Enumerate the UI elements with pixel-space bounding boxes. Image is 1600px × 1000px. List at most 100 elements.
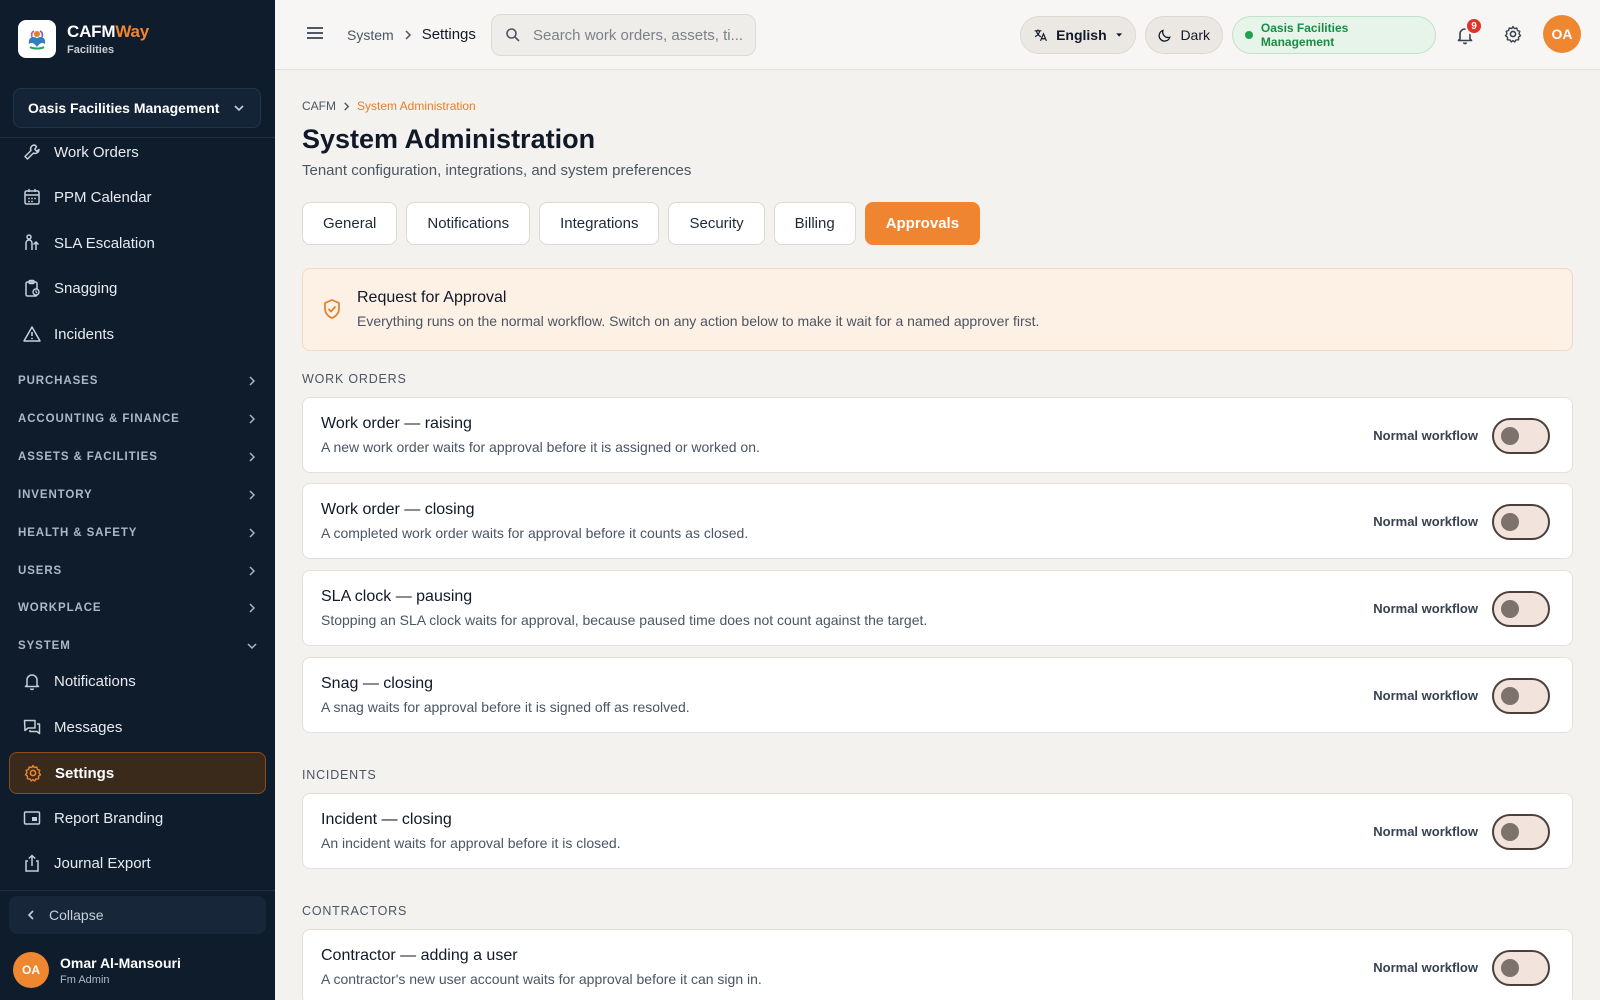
toggle-knob: [1501, 427, 1519, 445]
breadcrumb: CAFM System Administration: [302, 99, 476, 113]
approval-toggle[interactable]: [1492, 418, 1550, 454]
messages-icon: [21, 716, 43, 738]
chevron-right-icon: [249, 376, 256, 386]
moon-icon: [1158, 29, 1171, 42]
approval-toggle[interactable]: [1492, 950, 1550, 986]
workflow-status: Normal workflow: [1373, 514, 1478, 529]
toggle-knob: [1501, 513, 1519, 531]
sidebar-item-incidents[interactable]: Incidents: [9, 313, 266, 355]
nav-group-users[interactable]: USERS: [18, 561, 258, 581]
sidebar-item-label: Incidents: [54, 325, 115, 343]
top-breadcrumb: System Settings: [347, 26, 476, 43]
breadcrumb-current: System Administration: [357, 99, 476, 113]
approval-row-snag-closing: Snag — closing A snag waits for approval…: [302, 657, 1573, 733]
org-selector[interactable]: Oasis Facilities Management: [13, 88, 261, 128]
approval-title: Work order — raising: [321, 415, 472, 432]
workflow-status: Normal workflow: [1373, 688, 1478, 703]
sidebar-item-messages[interactable]: Messages: [9, 706, 266, 748]
approval-description: A snag waits for approval before it is s…: [321, 699, 690, 715]
bell-icon: [21, 670, 43, 692]
chevron-left-icon: [27, 910, 34, 920]
user-name: Omar Al-Mansouri: [60, 954, 181, 971]
gear-icon[interactable]: [1503, 24, 1523, 44]
workflow-status: Normal workflow: [1373, 960, 1478, 975]
sidebar-item-snagging[interactable]: Snagging: [9, 267, 266, 309]
settings-tabs: General Notifications Integrations Secur…: [302, 202, 989, 245]
shield-check-icon: [321, 298, 343, 320]
chevron-right-icon: [249, 452, 256, 462]
workflow-status: Normal workflow: [1373, 601, 1478, 616]
chevron-right-icon: [249, 528, 256, 538]
menu-icon[interactable]: [305, 23, 325, 43]
sidebar-divider: [0, 890, 275, 891]
caret-down-icon: [1115, 33, 1122, 37]
toggle-knob: [1501, 687, 1519, 705]
nav-group-system[interactable]: SYSTEM: [18, 636, 258, 656]
sidebar-item-settings[interactable]: Settings: [9, 752, 266, 794]
nav-group-inventory[interactable]: INVENTORY: [18, 485, 258, 505]
tab-billing[interactable]: Billing: [773, 202, 856, 245]
sidebar-item-label: Journal Export: [54, 854, 151, 872]
approval-title: Work order — closing: [321, 501, 475, 518]
warning-icon: [21, 323, 43, 345]
sidebar-item-work-orders[interactable]: Work Orders: [9, 131, 266, 173]
approval-toggle[interactable]: [1492, 814, 1550, 850]
sidebar-item-label: Work Orders: [54, 143, 139, 161]
sidebar-item-report-branding[interactable]: Report Branding: [9, 797, 266, 839]
approval-row-incident-closing: Incident — closing An incident waits for…: [302, 793, 1573, 869]
theme-toggle[interactable]: Dark: [1145, 16, 1223, 54]
notice-description: Everything runs on the normal workflow. …: [357, 313, 1040, 329]
section-label-contractors: CONTRACTORS: [302, 904, 408, 918]
chevron-right-icon: [342, 101, 351, 111]
user-profile[interactable]: OA Omar Al-Mansouri Fm Admin: [13, 952, 181, 988]
nav-group-workplace[interactable]: WORKPLACE: [18, 598, 258, 618]
branding-icon: [21, 807, 43, 829]
approval-title: Incident — closing: [321, 811, 452, 828]
sidebar-item-notifications[interactable]: Notifications: [9, 660, 266, 702]
topbar: System Settings English Dark Oasis Facil…: [275, 0, 1600, 70]
approval-toggle[interactable]: [1492, 591, 1550, 627]
user-role: Fm Admin: [60, 973, 110, 986]
tab-security[interactable]: Security: [668, 202, 765, 245]
chevron-right-icon: [403, 29, 413, 40]
main-content: CAFM System Administration System Admini…: [302, 70, 1574, 1000]
export-icon: [21, 852, 43, 874]
collapse-label: Collapse: [49, 907, 104, 923]
toggle-knob: [1501, 600, 1519, 618]
avatar[interactable]: OA: [1543, 15, 1581, 53]
sidebar-item-sla-escalation[interactable]: SLA Escalation: [9, 222, 266, 264]
nav-group-assets-facilities[interactable]: ASSETS & FACILITIES: [18, 447, 258, 467]
sidebar-item-ppm-calendar[interactable]: PPM Calendar: [9, 176, 266, 218]
status-dot: [1245, 31, 1253, 39]
theme-label: Dark: [1180, 27, 1210, 43]
nav-group-accounting-finance[interactable]: ACCOUNTING & FINANCE: [18, 409, 258, 429]
approval-description: A new work order waits for approval befo…: [321, 439, 760, 455]
sidebar-item-label: Messages: [54, 718, 123, 736]
chevron-right-icon: [249, 490, 256, 500]
breadcrumb-cafm[interactable]: CAFM: [302, 99, 336, 113]
collapse-button[interactable]: Collapse: [9, 896, 266, 934]
section-label-incidents: INCIDENTS: [302, 768, 377, 782]
org-status-badge[interactable]: Oasis Facilities Management: [1232, 16, 1436, 54]
tab-notifications[interactable]: Notifications: [406, 202, 531, 245]
approval-toggle[interactable]: [1492, 504, 1550, 540]
approval-description: A completed work order waits for approva…: [321, 525, 749, 541]
nav-group-purchases[interactable]: PURCHASES: [18, 371, 258, 391]
chevron-down-icon: [234, 105, 244, 112]
tab-integrations[interactable]: Integrations: [539, 202, 660, 245]
brand[interactable]: CAFMWay Facilities: [18, 20, 149, 58]
language-selector[interactable]: English: [1020, 16, 1136, 54]
brand-subtitle: Facilities: [67, 44, 115, 56]
approval-description: An incident waits for approval before it…: [321, 835, 621, 851]
breadcrumb-system[interactable]: System: [347, 27, 394, 43]
chevron-right-icon: [249, 566, 256, 576]
tab-approvals[interactable]: Approvals: [864, 202, 981, 245]
notification-count-badge: 9: [1465, 17, 1483, 35]
tab-general[interactable]: General: [302, 202, 398, 245]
translate-icon: [1034, 29, 1047, 42]
sidebar-item-journal-export[interactable]: Journal Export: [9, 842, 266, 884]
nav-group-health-safety[interactable]: HEALTH & SAFETY: [18, 523, 258, 543]
approval-toggle[interactable]: [1492, 678, 1550, 714]
search-input[interactable]: [533, 26, 743, 44]
notice-title: Request for Approval: [357, 289, 507, 306]
